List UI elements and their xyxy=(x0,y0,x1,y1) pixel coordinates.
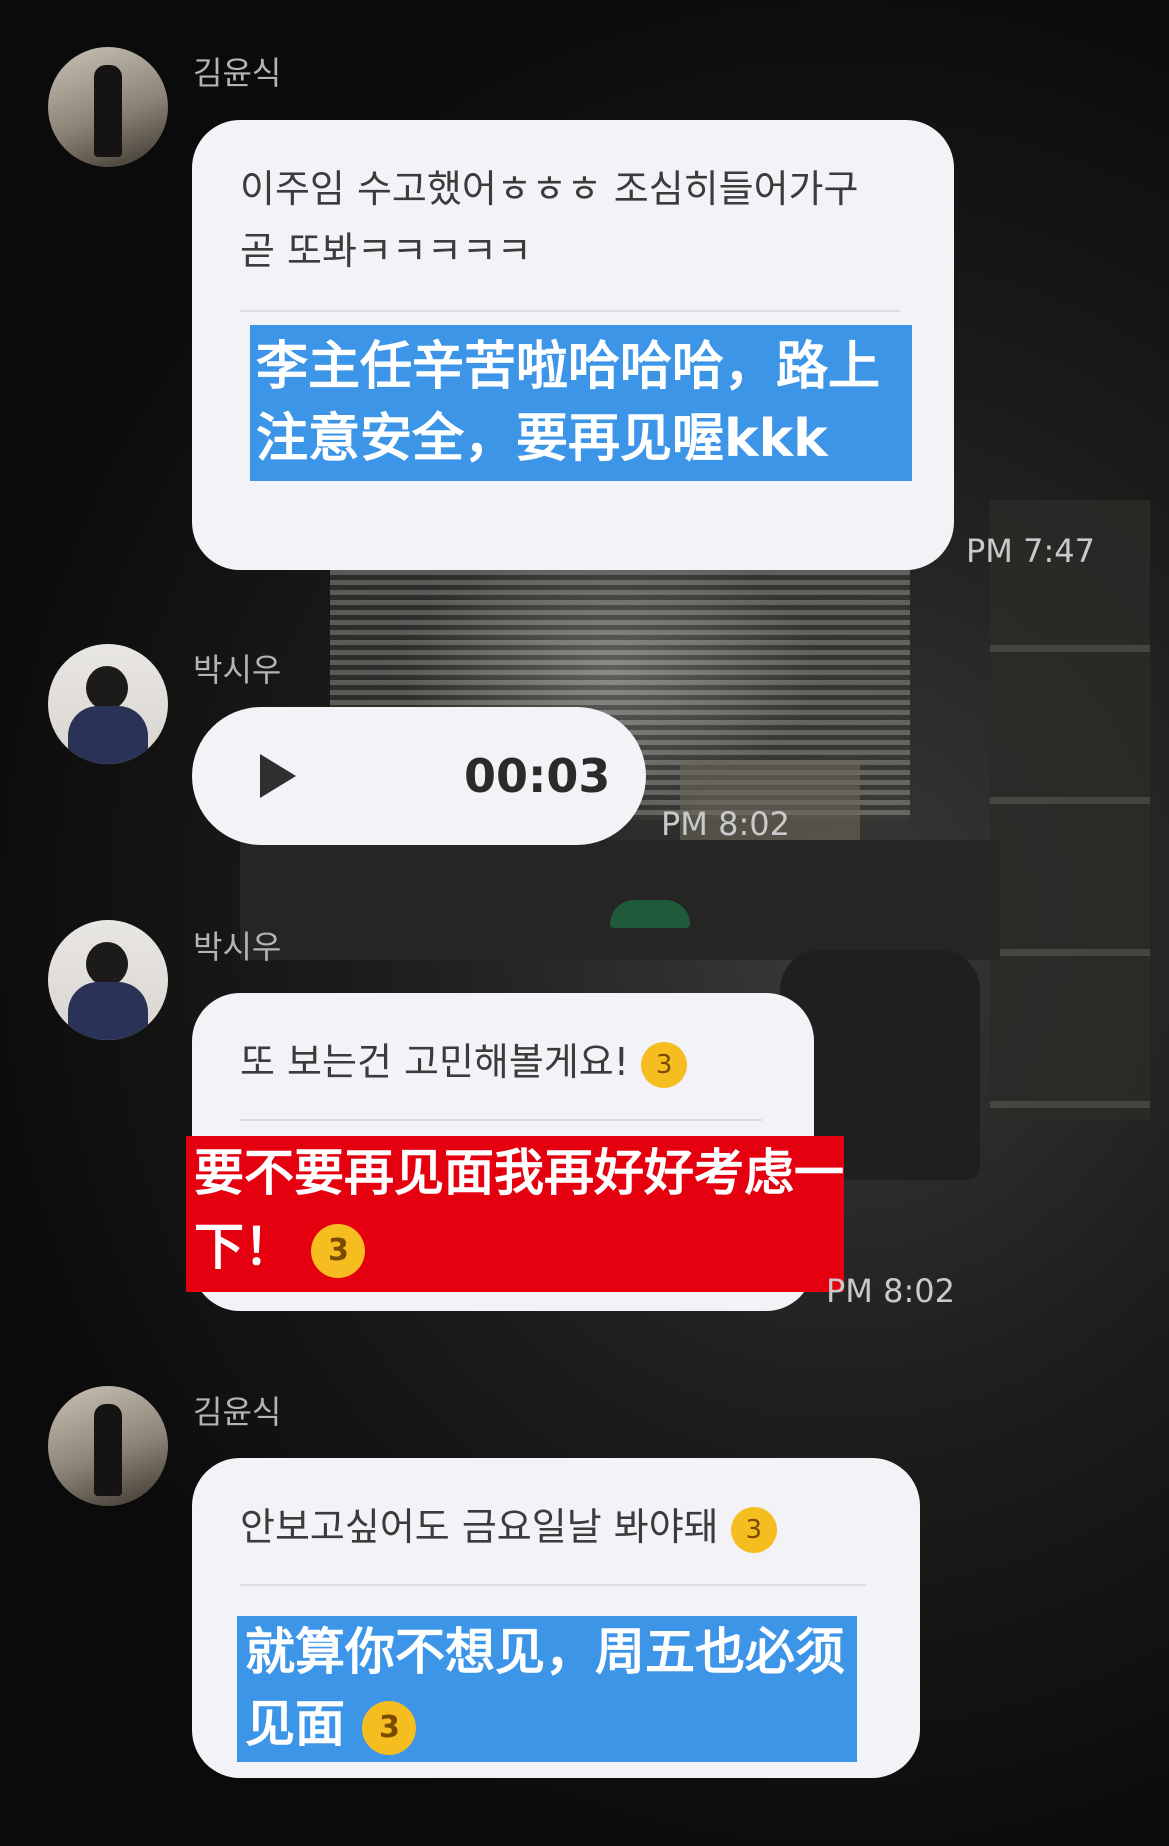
message-time: PM 8:02 xyxy=(826,1272,955,1310)
play-icon[interactable] xyxy=(260,754,296,798)
sender-name: 박시우 xyxy=(193,651,282,689)
message-bubble[interactable]: 이주임 수고했어ㅎㅎㅎ 조심히들어가구 곧 또봐ㅋㅋㅋㅋㅋ 李主任辛苦啦哈哈哈，… xyxy=(192,120,954,570)
translation-overlay: 要不要再见面我再好好考虑一下！ 3 xyxy=(186,1136,844,1292)
translation-divider xyxy=(240,310,900,312)
translation-divider xyxy=(240,1584,866,1586)
kissing-face-closed-eyes-emoji-icon: 3 xyxy=(311,1223,366,1278)
message-time: PM 7:47 xyxy=(966,532,1095,570)
voice-duration: 00:03 xyxy=(464,749,611,803)
message-bubble[interactable]: 안보고싶어도 금요일날 봐야돼 3 就算你不想见，周五也必须见面 3 xyxy=(192,1458,920,1778)
sender-name: 김윤식 xyxy=(193,54,282,92)
message-text-body: 또 보는건 고민해볼게요! xyxy=(240,1040,629,1084)
message-text: 이주임 수고했어ㅎㅎㅎ 조심히들어가구 곧 또봐ㅋㅋㅋㅋㅋ xyxy=(240,167,859,273)
message-text-body: 안보고싶어도 금요일날 봐야돼 xyxy=(240,1505,719,1549)
translation-text: 要不要再见面我再好好考虑一下！ xyxy=(194,1144,844,1276)
kissing-face-emoji-icon: 3 xyxy=(730,1506,777,1553)
message-text: 또 보는건 고민해볼게요! 3 xyxy=(240,1031,800,1093)
message-time: PM 8:02 xyxy=(661,805,790,843)
voice-message-bubble[interactable]: 00:03 xyxy=(192,707,646,845)
kissing-face-emoji-icon: 3 xyxy=(641,1041,688,1088)
sender-name: 김윤식 xyxy=(193,1393,282,1431)
translation-overlay: 就算你不想见，周五也必须见面 3 xyxy=(237,1616,857,1762)
translation-overlay: 李主任辛苦啦哈哈哈，路上注意安全，要再见喔kkk xyxy=(250,325,912,481)
translation-divider xyxy=(240,1119,762,1121)
kissing-face-closed-eyes-emoji-icon: 3 xyxy=(362,1700,417,1755)
sender-avatar[interactable] xyxy=(48,1386,168,1506)
sender-name: 박시우 xyxy=(193,928,282,966)
translation-text: 就算你不想见，周五也必须见面 xyxy=(245,1623,845,1753)
message-text: 안보고싶어도 금요일날 봐야돼 3 xyxy=(240,1496,900,1558)
sender-avatar[interactable] xyxy=(48,47,168,167)
sender-avatar[interactable] xyxy=(48,920,168,1040)
sender-avatar[interactable] xyxy=(48,644,168,764)
